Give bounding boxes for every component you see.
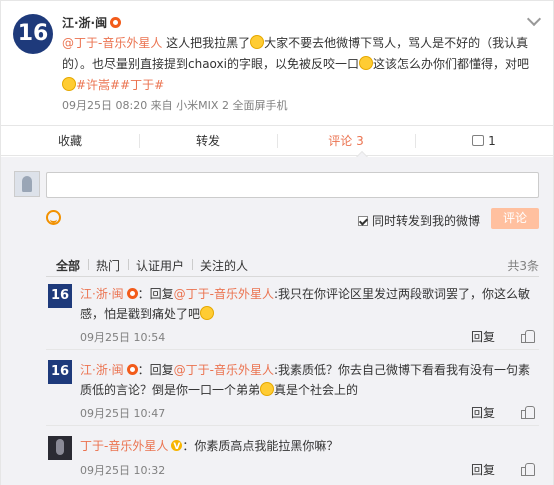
avatar-text: 16: [50, 288, 70, 303]
divider: [46, 349, 539, 350]
post-actions: 收藏 转发 评论 3 1: [1, 125, 553, 156]
reply-button[interactable]: 回复: [471, 461, 495, 478]
comment-filter-tabs: 全部 热门 认证用户 关注的人 共3条: [46, 255, 539, 277]
comment-count: 共3条: [507, 259, 539, 273]
emoji-icon: [62, 77, 76, 91]
divider: [46, 425, 539, 426]
like-button[interactable]: 1: [415, 126, 553, 155]
forward-checkbox-label: 同时转发到我的微博: [372, 214, 481, 228]
tab-divider: [192, 259, 193, 270]
post-mention[interactable]: @丁于-音乐外星人: [62, 36, 162, 50]
comment-item: 丁于-音乐外星人：你素质高点我能拉黑你嘛？ 09月25日 10:32 回复: [46, 436, 539, 484]
comment-button[interactable]: 评论 3: [277, 126, 415, 155]
vip-badge-icon: [110, 17, 122, 28]
tab-divider: [88, 259, 89, 270]
verified-badge-icon: [171, 437, 183, 457]
tab-divider: [128, 259, 129, 270]
comment-item: 16 江·浙·闽 ：回复@丁于-音乐外星人:我素质低？你去自己微博下看看我有没有一…: [46, 360, 540, 426]
comment-mention[interactable]: @丁于-音乐外星人: [174, 363, 274, 377]
emoji-icon: [260, 382, 275, 396]
post-author[interactable]: 江·浙·闽: [62, 14, 122, 31]
comment-body: 江·浙·闽 ：回复@丁于-音乐外星人:我只在你评论区里发过两段歌词罢了，你这么敏感…: [80, 284, 540, 324]
comment-item: 16 江·浙·闽 ：回复@丁于-音乐外星人:我只在你评论区里发过两段歌词罢了，你这…: [46, 284, 540, 350]
tab-hot[interactable]: 热门: [96, 257, 120, 274]
comment-body: 丁于-音乐外星人 ：你素质高点我能拉黑你嘛？: [80, 436, 540, 457]
thumbs-up-icon[interactable]: [521, 462, 535, 476]
emoji-picker-icon[interactable]: [46, 210, 61, 225]
vip-badge-icon: [126, 364, 138, 375]
comment-text-part-2: 真是个社会上的: [274, 383, 359, 397]
reply-button[interactable]: 回复: [471, 404, 495, 421]
comment-avatar[interactable]: 16: [48, 284, 72, 308]
my-avatar[interactable]: [14, 171, 40, 197]
tab-all[interactable]: 全部: [56, 257, 80, 274]
reply-button[interactable]: 回复: [471, 328, 495, 345]
avatar-text: 16: [17, 21, 49, 46]
vip-badge-icon: [126, 288, 138, 299]
comment-avatar[interactable]: 16: [48, 360, 72, 384]
thumbs-up-icon[interactable]: [521, 405, 535, 419]
comment-area: 同时转发到我的微博 评论 全部 热门 认证用户 关注的人 共3条 16 江·浙·…: [1, 157, 553, 485]
submit-comment-button[interactable]: 评论: [491, 208, 539, 229]
collect-button[interactable]: 收藏: [1, 126, 139, 155]
emoji-icon: [358, 56, 373, 70]
comment-author[interactable]: 丁于-音乐外星人: [80, 439, 168, 453]
post-text: @丁于-音乐外星人 这人把我拉黑了 大家不要去他微博下骂人，骂人是不好的（我认真的…: [62, 33, 532, 96]
comment-mention[interactable]: @丁于-音乐外星人: [174, 287, 274, 301]
comment-author[interactable]: 江·浙·闽: [80, 363, 124, 377]
tab-following[interactable]: 关注的人: [200, 257, 248, 274]
post: 16 江·浙·闽 @丁于-音乐外星人 这人把我拉黑了 大家不要去他微博下骂人，骂人…: [1, 1, 553, 124]
chevron-down-icon[interactable]: [526, 11, 542, 27]
author-avatar[interactable]: 16: [13, 14, 53, 54]
forward-checkbox-row[interactable]: 同时转发到我的微博: [358, 212, 480, 229]
forward-button[interactable]: 转发: [139, 126, 277, 155]
post-text-part-1: 这人把我拉黑了: [162, 36, 251, 50]
like-count: 1: [488, 134, 496, 148]
forward-checkbox[interactable]: [358, 216, 368, 226]
comment-prefix: ：回复: [137, 287, 174, 301]
comment-input[interactable]: [46, 172, 539, 198]
comment-text: ：你素质高点我能拉黑你嘛？: [182, 439, 339, 453]
comment-prefix: ：回复: [137, 363, 174, 377]
emoji-icon: [200, 306, 215, 320]
thumbs-up-icon[interactable]: [521, 329, 535, 343]
post-author-name[interactable]: 江·浙·闽: [62, 16, 107, 30]
tab-verified[interactable]: 认证用户: [136, 257, 184, 274]
weibo-card: 16 江·浙·闽 @丁于-音乐外星人 这人把我拉黑了 大家不要去他微博下骂人，骂人…: [0, 0, 554, 485]
post-text-part-3: 这该怎么办你们都懂得，对吧: [372, 57, 529, 71]
emoji-icon: [250, 35, 265, 49]
comment-avatar[interactable]: [48, 436, 72, 460]
thumbs-up-icon: [472, 135, 485, 146]
avatar-text: 16: [50, 364, 70, 379]
comment-body: 江·浙·闽 ：回复@丁于-音乐外星人:我素质低？你去自己微博下看看我有没有一句素质…: [80, 360, 540, 400]
comment-author[interactable]: 江·浙·闽: [80, 287, 124, 301]
post-hashtags[interactable]: #许嵩##丁于#: [76, 78, 164, 92]
post-meta: 09月25日 08:20 来自 小米MIX 2 全面屏手机: [62, 99, 288, 112]
